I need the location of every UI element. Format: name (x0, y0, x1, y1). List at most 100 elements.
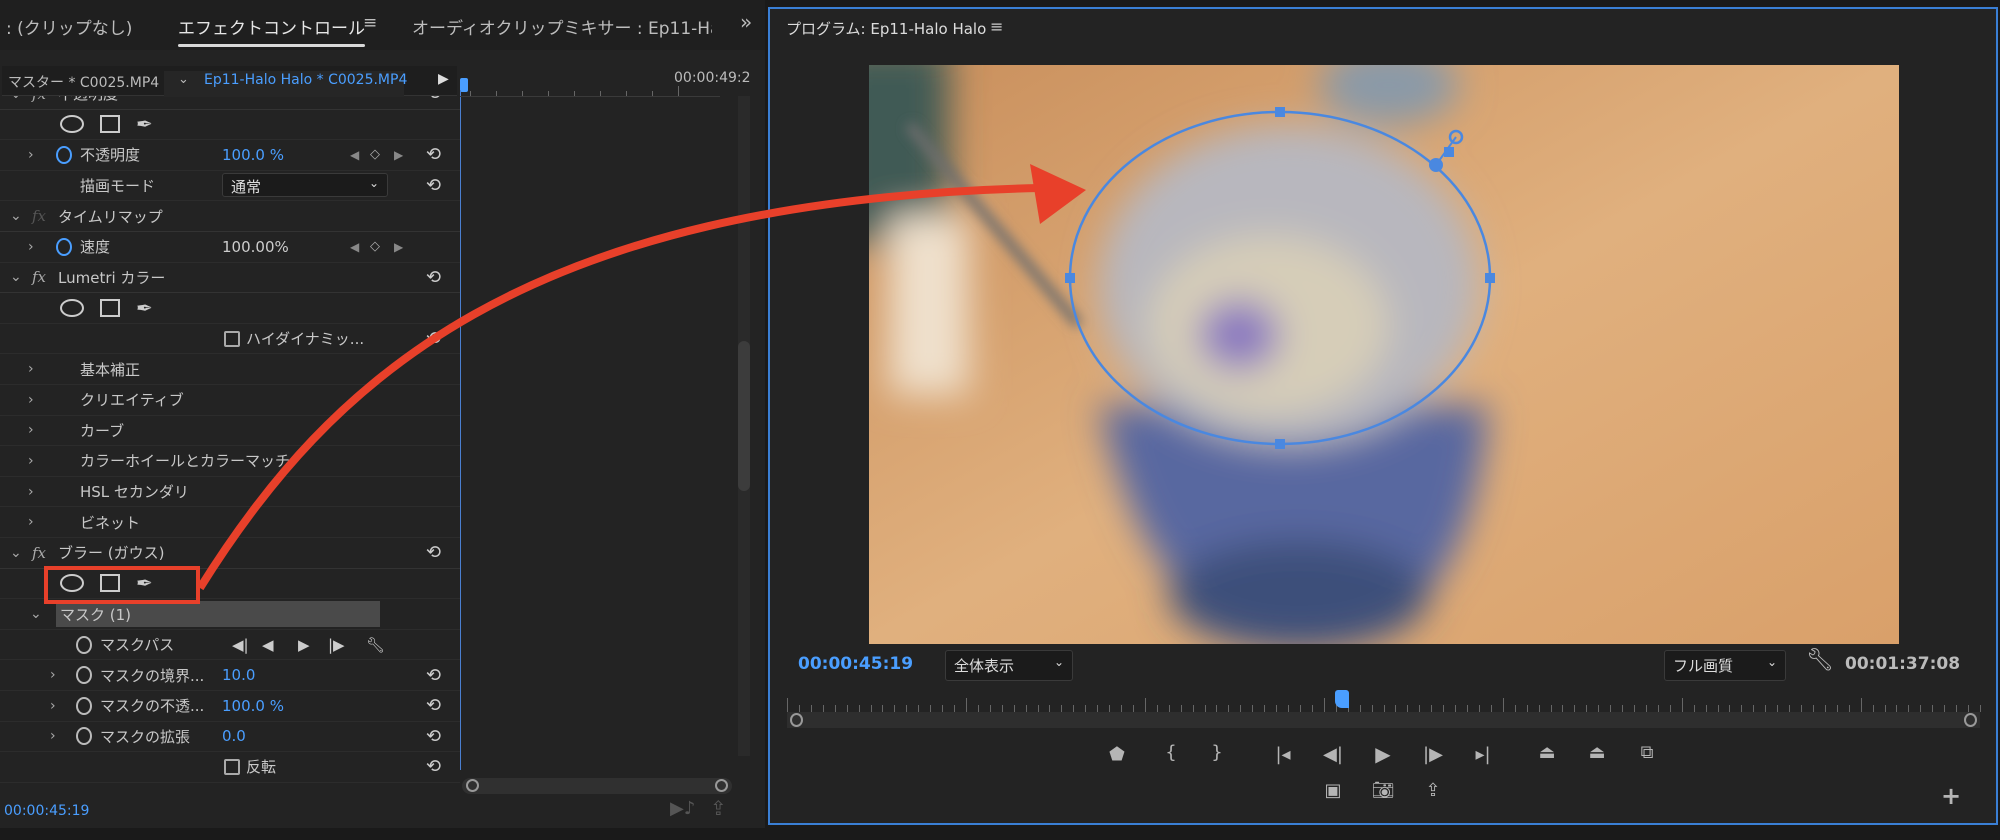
reset-icon[interactable]: ⟲ (426, 756, 441, 777)
vertical-scrollbar[interactable] (738, 96, 750, 756)
more-tabs-icon[interactable]: » (740, 10, 752, 34)
zoom-level-dropdown[interactable]: 全体表示 ⌄ (945, 650, 1073, 681)
mark-in-icon[interactable]: { (1156, 742, 1186, 763)
compare-view-icon[interactable]: ⧉ (1632, 742, 1662, 763)
chevron-right-icon[interactable]: › (28, 514, 34, 530)
chevron-right-icon[interactable]: › (28, 361, 34, 377)
tab-effect-controls[interactable]: エフェクトコントロール (178, 14, 365, 47)
export-icon[interactable]: ⇪ (1418, 780, 1448, 801)
section-name[interactable]: ビネット (80, 512, 140, 533)
stopwatch-icon[interactable] (76, 635, 92, 654)
tab-source[interactable]: : (クリップなし) (6, 14, 132, 39)
section-name[interactable]: 基本補正 (80, 359, 140, 380)
pen-mask-icon[interactable]: ✒ (136, 571, 153, 595)
chevron-right-icon[interactable]: › (28, 422, 34, 438)
section-name[interactable]: カラーホイールとカラーマッチ (80, 450, 290, 471)
step-back-icon[interactable]: ◀| (1318, 744, 1348, 765)
step-forward-icon[interactable]: |▶ (1418, 744, 1448, 765)
track-forward-icon[interactable]: |▶ (328, 636, 345, 654)
go-to-in-icon[interactable]: |◂ (1268, 744, 1298, 765)
chevron-down-icon[interactable]: ⌄ (10, 545, 22, 561)
stopwatch-icon[interactable] (76, 666, 92, 685)
panel-menu-icon[interactable]: ≡ (363, 13, 377, 33)
chevron-down-icon[interactable]: ⌄ (10, 269, 22, 285)
chevron-right-icon[interactable]: › (50, 728, 56, 744)
track-backward-icon[interactable]: ◀| (232, 636, 249, 654)
reset-icon[interactable]: ⟲ (426, 96, 441, 104)
track-back-frame-icon[interactable]: ◀ (262, 636, 274, 654)
section-name[interactable]: カーブ (80, 420, 124, 441)
button-editor-plus-icon[interactable]: + (1936, 782, 1966, 810)
go-to-out-icon[interactable]: ▸| (1468, 744, 1498, 765)
mask-name[interactable]: マスク (1) (56, 600, 380, 627)
tab-audio-clip-mixer[interactable]: オーディオクリップミキサー : Ep11-Halo H (412, 14, 712, 39)
fx-icon[interactable]: fx (32, 544, 46, 562)
fx-icon[interactable]: fx (32, 96, 46, 103)
ellipse-mask-icon[interactable] (60, 115, 84, 134)
track-method-wrench-icon[interactable]: 🔧︎ (366, 636, 385, 654)
reset-icon[interactable]: ⟲ (426, 726, 441, 747)
ellipse-mask-icon[interactable] (60, 574, 84, 593)
reset-icon[interactable]: ⟲ (426, 328, 441, 349)
track-forward-frame-icon[interactable]: ▶ (298, 636, 310, 654)
rectangle-mask-icon[interactable] (100, 574, 120, 593)
blend-mode-dropdown[interactable]: 通常 ⌄ (222, 172, 388, 197)
keyframe-next-icon[interactable]: ▶ (394, 148, 403, 162)
chevron-right-icon[interactable]: › (28, 392, 34, 408)
stopwatch-icon[interactable] (76, 696, 92, 715)
chevron-down-icon[interactable]: ⌄ (10, 96, 22, 102)
program-zoom-scrollbar[interactable] (787, 712, 1980, 728)
wrench-settings-icon[interactable]: 🔧︎ (1806, 648, 1834, 673)
mark-out-icon[interactable]: } (1202, 742, 1232, 763)
property-value[interactable]: 100.00% (222, 238, 289, 256)
pen-mask-icon[interactable]: ✒ (136, 112, 153, 136)
keyframe-prev-icon[interactable]: ◀ (350, 240, 359, 254)
reset-icon[interactable]: ⟲ (426, 267, 441, 288)
section-name[interactable]: HSL セカンダリ (80, 481, 189, 502)
reset-icon[interactable]: ⟲ (426, 665, 441, 686)
property-value[interactable]: 10.0 (222, 666, 255, 684)
extract-icon[interactable]: ⏏ (1582, 742, 1612, 763)
fx-icon[interactable]: fx (32, 207, 46, 225)
chevron-down-icon[interactable]: ⌄ (178, 72, 189, 87)
chevron-right-icon[interactable]: › (28, 453, 34, 469)
keyframe-next-icon[interactable]: ▶ (394, 240, 403, 254)
program-playhead[interactable] (1334, 690, 1349, 708)
panel-menu-icon[interactable]: ≡ (990, 17, 1003, 36)
master-clip-tab[interactable]: マスター * C0025.MP4 (8, 72, 159, 92)
checkbox[interactable] (224, 330, 240, 347)
property-value[interactable]: 100.0 % (222, 146, 284, 164)
checkbox[interactable] (224, 758, 240, 775)
property-value[interactable]: 0.0 (222, 727, 246, 745)
add-keyframe-icon[interactable]: ◇ (370, 147, 380, 162)
keyframe-prev-icon[interactable]: ◀ (350, 148, 359, 162)
chevron-right-icon[interactable]: › (28, 484, 34, 500)
reset-icon[interactable]: ⟲ (426, 542, 441, 563)
play-only-icon[interactable]: ▶ (438, 71, 449, 87)
property-value[interactable]: 100.0 % (222, 697, 284, 715)
audio-only-icon[interactable]: ▶♪ (670, 798, 695, 819)
program-current-timecode[interactable]: 00:00:45:19 (798, 654, 913, 674)
reset-icon[interactable]: ⟲ (426, 144, 441, 165)
program-title[interactable]: プログラム: Ep11-Halo Halo (786, 18, 986, 39)
stopwatch-icon[interactable] (76, 727, 92, 746)
chevron-down-icon[interactable]: ⌄ (10, 208, 22, 224)
stopwatch-icon[interactable] (56, 145, 72, 164)
pen-mask-icon[interactable]: ✒ (136, 296, 153, 320)
playback-resolution-dropdown[interactable]: フル画質 ⌄ (1664, 650, 1786, 681)
fx-icon[interactable]: fx (32, 268, 46, 286)
play-icon[interactable]: ▶ (1368, 742, 1398, 766)
chevron-right-icon[interactable]: › (50, 667, 56, 683)
rectangle-mask-icon[interactable] (100, 115, 120, 134)
section-name[interactable]: クリエイティブ (80, 389, 184, 410)
reset-icon[interactable]: ⟲ (426, 695, 441, 716)
chevron-right-icon[interactable]: › (50, 698, 56, 714)
sequence-clip-tab[interactable]: Ep11-Halo Halo * C0025.MP4 (204, 72, 407, 88)
stopwatch-icon[interactable] (56, 237, 72, 256)
mask-ellipse-overlay[interactable] (869, 65, 1899, 644)
lift-icon[interactable]: ⏏ (1532, 742, 1562, 763)
export-frame-camera-icon[interactable]: 📷︎ (1368, 780, 1398, 801)
safe-margins-icon[interactable]: ▣ (1318, 780, 1348, 801)
chevron-right-icon[interactable]: › (28, 147, 34, 163)
ellipse-mask-icon[interactable] (60, 298, 84, 317)
